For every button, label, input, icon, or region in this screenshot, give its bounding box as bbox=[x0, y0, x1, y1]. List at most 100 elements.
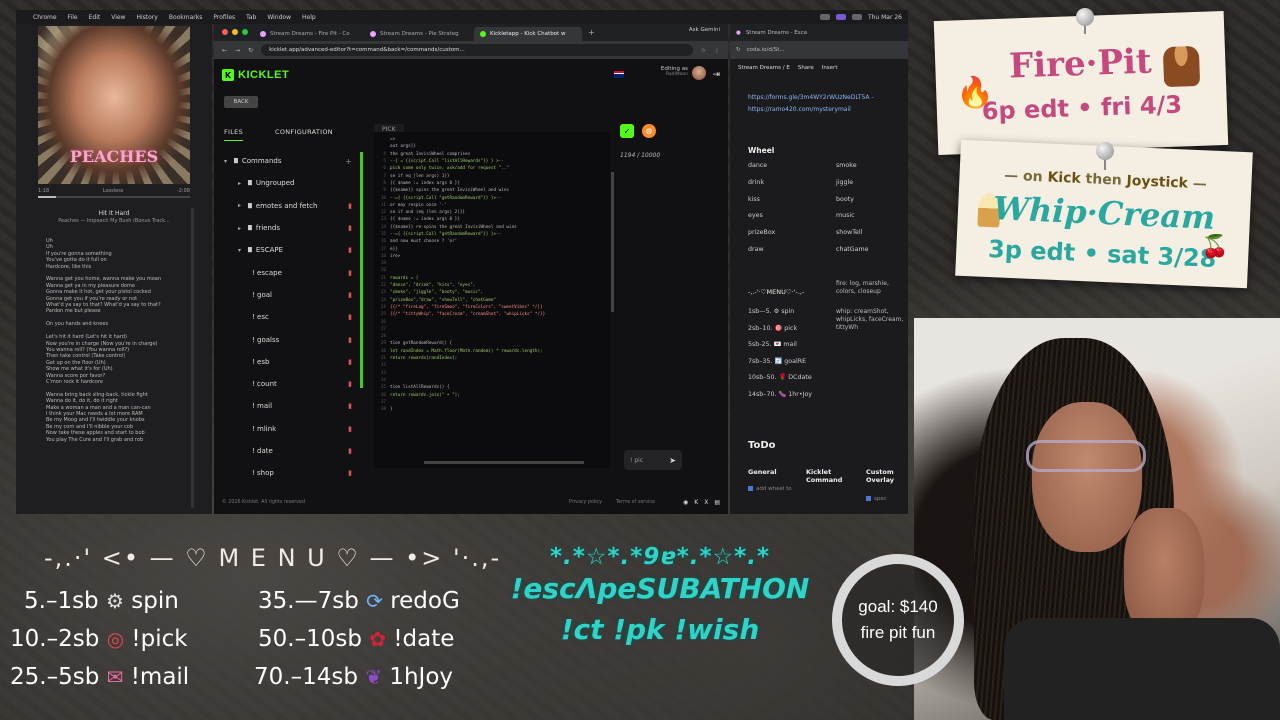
status-icon[interactable] bbox=[819, 14, 830, 20]
trash-icon[interactable]: ▮ bbox=[348, 224, 352, 232]
coda-favicon-icon: ● bbox=[736, 29, 741, 36]
editor-hscrollbar[interactable] bbox=[424, 461, 584, 464]
new-tab-button[interactable]: + bbox=[584, 28, 599, 37]
trash-icon[interactable]: ▮ bbox=[348, 447, 352, 455]
back-button[interactable]: BACK bbox=[224, 96, 258, 108]
trash-icon[interactable]: ▮ bbox=[348, 425, 352, 433]
tree-item[interactable]: ! mlink ▮ bbox=[224, 418, 352, 440]
doc-breadcrumb[interactable]: Stream Dreams / E bbox=[738, 65, 790, 71]
tab-files[interactable]: FILES bbox=[224, 128, 244, 141]
tree-item[interactable]: ▸ ▇ friends ▮ bbox=[224, 217, 352, 239]
code-editor[interactable]: => out args}} 4 the great InvisiWheel com… bbox=[374, 132, 614, 468]
menubar-item[interactable]: Profiles bbox=[213, 14, 235, 21]
todo-item[interactable]: add wheel to bbox=[748, 486, 798, 493]
send-icon[interactable]: ➤ bbox=[669, 456, 676, 465]
menubar-item[interactable]: Tab bbox=[246, 14, 256, 21]
privacy-link[interactable]: Privacy policy bbox=[569, 500, 602, 505]
menubar-item[interactable]: Bookmarks bbox=[169, 14, 203, 21]
tree-item[interactable]: ! esc ▮ bbox=[224, 306, 352, 328]
discord-icon[interactable]: ◉ bbox=[683, 499, 688, 506]
share-button[interactable]: Share bbox=[798, 65, 814, 71]
chevron-right-icon[interactable]: ▸ bbox=[238, 202, 248, 209]
code-text: and now must choose ? 'or' bbox=[390, 239, 458, 245]
form-link[interactable]: https://forms.gle/3m4WY2rWUzNeDLT5A - bbox=[748, 94, 874, 101]
lyrics-scrollbar[interactable] bbox=[191, 208, 194, 508]
menubar-item[interactable]: File bbox=[68, 14, 78, 21]
todo-item[interactable]: spec bbox=[866, 496, 887, 503]
tree-item[interactable]: ▸ ▇ emotes and fetch ▮ bbox=[224, 195, 352, 217]
menubar-item[interactable]: History bbox=[136, 14, 157, 21]
recording-icon[interactable] bbox=[835, 14, 846, 20]
browser-tab-active[interactable]: Kickletapp - Kick Chatbot w bbox=[474, 27, 582, 41]
trash-icon[interactable]: ▮ bbox=[348, 291, 352, 299]
browser-tab[interactable]: Stream Dreams - Fire Pit - Co bbox=[254, 27, 362, 41]
tree-item[interactable]: ! goal ▮ bbox=[224, 284, 352, 306]
trash-icon[interactable]: ▮ bbox=[348, 469, 352, 477]
ask-gemini-button[interactable]: Ask Gemini bbox=[689, 27, 720, 33]
tree-item[interactable]: ! shop ▮ bbox=[224, 462, 352, 484]
wifi-icon[interactable] bbox=[851, 14, 862, 20]
chevron-right-icon[interactable]: ▸ bbox=[238, 180, 248, 187]
add-icon[interactable]: + bbox=[345, 157, 352, 166]
command-settings-button[interactable]: ⚙ bbox=[642, 124, 656, 138]
checkbox[interactable] bbox=[748, 486, 753, 491]
editor-scrollbar[interactable] bbox=[611, 172, 614, 312]
tree-item[interactable]: ! escape ▮ bbox=[224, 261, 352, 283]
docs-icon[interactable]: ▤ bbox=[714, 499, 720, 506]
tree-item[interactable]: ! goalss ▮ bbox=[224, 328, 352, 350]
reload-icon[interactable]: ↻ bbox=[736, 47, 741, 53]
tree-item[interactable]: ! date ▮ bbox=[224, 440, 352, 462]
chevron-down-icon[interactable]: ▾ bbox=[238, 247, 248, 254]
trash-icon[interactable]: ▮ bbox=[348, 336, 352, 344]
trash-icon[interactable]: ▮ bbox=[348, 313, 352, 321]
tree-item[interactable]: ! esb ▮ bbox=[224, 351, 352, 373]
menubar-item[interactable]: View bbox=[111, 14, 125, 21]
close-window-button[interactable] bbox=[222, 29, 228, 35]
minimize-window-button[interactable] bbox=[232, 29, 238, 35]
extensions-icon[interactable]: ⋮ bbox=[714, 47, 720, 54]
test-command-input[interactable]: ! pic ➤ bbox=[624, 450, 682, 470]
trash-icon[interactable]: ▮ bbox=[348, 358, 352, 366]
menubar-item[interactable]: Help bbox=[302, 14, 316, 21]
reload-icon[interactable]: ↻ bbox=[248, 47, 253, 54]
forward-arrow-icon[interactable]: → bbox=[235, 47, 240, 54]
tree-item[interactable]: ▾ ▇ Commands + bbox=[224, 150, 352, 172]
browser-tab[interactable]: Stream Dreams - Pie Strateg bbox=[364, 27, 472, 41]
trash-icon[interactable]: ▮ bbox=[348, 380, 352, 388]
checkbox[interactable] bbox=[866, 496, 871, 501]
url-field[interactable]: kicklet.app/advanced-editor?t=command&ba… bbox=[261, 44, 693, 56]
chevron-down-icon[interactable]: ▾ bbox=[224, 158, 234, 165]
trash-icon[interactable]: ▮ bbox=[348, 202, 352, 210]
x-icon[interactable]: X bbox=[704, 499, 708, 506]
uk-flag-icon[interactable] bbox=[614, 71, 624, 78]
tree-scrollbar[interactable] bbox=[360, 152, 363, 388]
terms-link[interactable]: Terms of service bbox=[616, 500, 655, 505]
trash-icon[interactable]: ▮ bbox=[348, 269, 352, 277]
insert-button[interactable]: Insert bbox=[822, 65, 838, 71]
chevron-right-icon[interactable]: ▸ bbox=[238, 225, 248, 232]
menubar-item[interactable]: Window bbox=[267, 14, 291, 21]
maximize-window-button[interactable] bbox=[242, 29, 248, 35]
tree-item[interactable]: ▸ ▇ Ungrouped bbox=[224, 172, 352, 194]
kick-icon[interactable]: K bbox=[694, 499, 698, 506]
save-button[interactable]: ✓ bbox=[620, 124, 634, 138]
menubar-clock[interactable]: Thu Mar 26 bbox=[868, 14, 902, 21]
tree-item[interactable]: ! mail ▮ bbox=[224, 395, 352, 417]
back-arrow-icon[interactable]: ← bbox=[222, 47, 227, 54]
menubar-item[interactable]: Edit bbox=[89, 14, 101, 21]
coda-url[interactable]: coda.io/d/St... bbox=[747, 47, 785, 53]
char-counter: 1194 / 10000 bbox=[620, 152, 661, 159]
coda-tab[interactable]: Stream Dreams - Esca bbox=[746, 30, 807, 36]
menubar-item[interactable]: Chrome bbox=[33, 14, 57, 21]
tree-item[interactable]: ! count ▮ bbox=[224, 373, 352, 395]
mysterymail-link[interactable]: https://ramo420.com/mysterymail bbox=[748, 106, 851, 113]
user-avatar[interactable] bbox=[692, 66, 706, 80]
bookmark-star-icon[interactable]: ☆ bbox=[701, 47, 706, 54]
kicklet-logo-text[interactable]: KICKLET bbox=[238, 69, 289, 81]
tree-item[interactable]: ▾ ▇ ESCAPE ▮ bbox=[224, 239, 352, 261]
trash-icon[interactable]: ▮ bbox=[348, 246, 352, 254]
trash-icon[interactable]: ▮ bbox=[348, 402, 352, 410]
tab-configuration[interactable]: CONFIGURATION bbox=[275, 128, 333, 141]
logout-icon[interactable]: ⇥ bbox=[712, 70, 720, 80]
playback-progress[interactable] bbox=[38, 196, 190, 198]
